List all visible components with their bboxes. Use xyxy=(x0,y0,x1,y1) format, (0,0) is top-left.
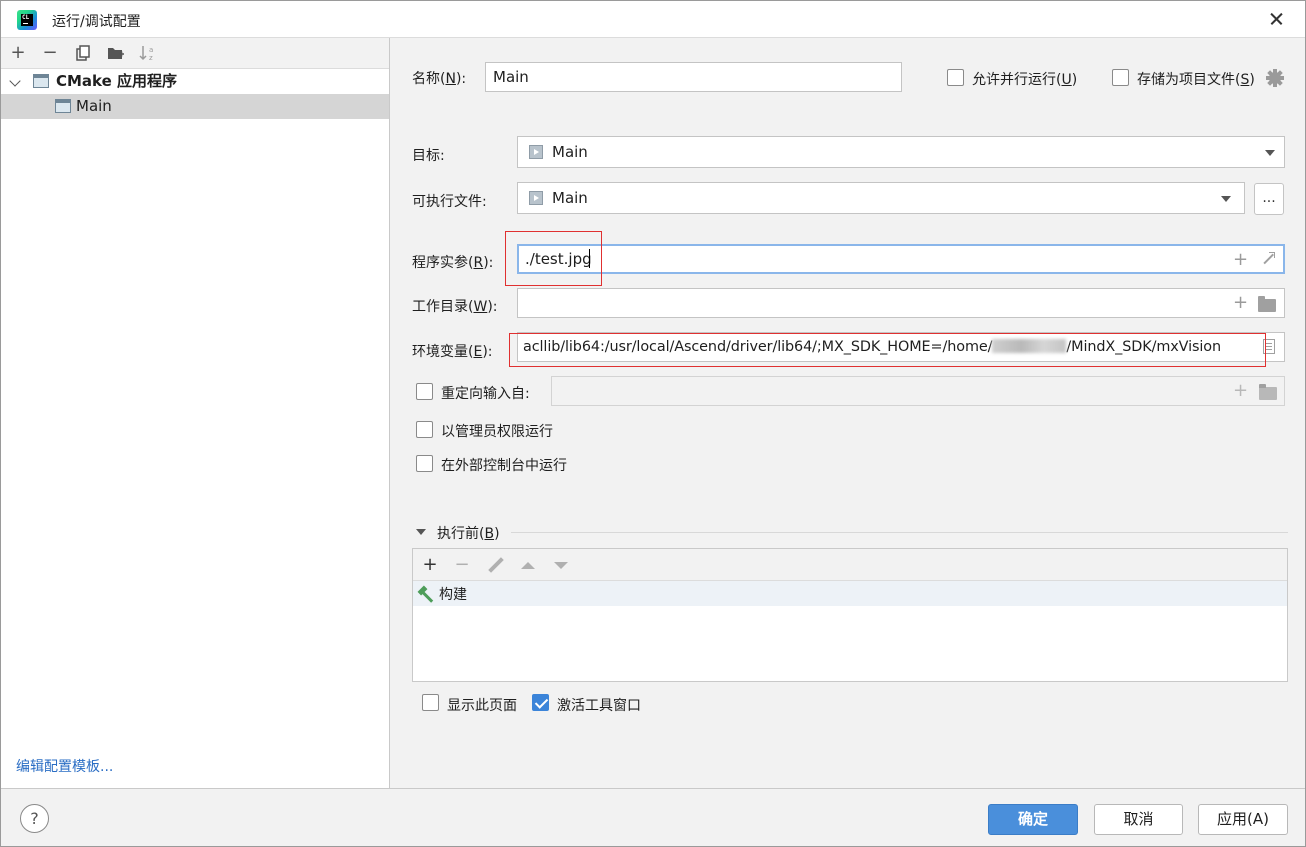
section-divider xyxy=(511,532,1288,533)
run-in-console-checkbox[interactable] xyxy=(416,455,433,472)
redirect-input-checkbox[interactable] xyxy=(416,383,433,400)
run-as-admin-checkbox[interactable] xyxy=(416,421,433,438)
executable-icon xyxy=(529,145,543,159)
config-tree-panel: + − az CMake 应用程序 Main 编辑配置模板... xyxy=(1,38,390,788)
close-icon[interactable] xyxy=(1265,7,1289,31)
working-dir-input[interactable]: + xyxy=(517,288,1285,318)
show-page-label: 显示此页面 xyxy=(447,698,517,714)
tree-group-label: CMake 应用程序 xyxy=(56,72,178,90)
show-page-checkbox[interactable] xyxy=(422,694,439,711)
target-select[interactable]: Main xyxy=(517,136,1285,168)
list-item[interactable]: 构建 xyxy=(413,581,1287,606)
help-button[interactable]: ? xyxy=(20,804,49,833)
activate-tool-window-label: 激活工具窗口 xyxy=(557,698,641,714)
clion-icon: CL xyxy=(17,10,37,30)
store-as-file-checkbox[interactable] xyxy=(1112,69,1129,86)
svg-text:a: a xyxy=(149,46,153,54)
env-vars-label: 环境变量(E): xyxy=(412,344,493,360)
folder-icon[interactable] xyxy=(1258,296,1276,312)
dialog-footer: ? 确定 取消 应用(A) xyxy=(1,788,1305,846)
arrow-down-icon xyxy=(554,562,568,569)
add-icon: + xyxy=(1233,380,1249,401)
name-label: 名称(N): xyxy=(412,71,467,87)
gear-icon[interactable] xyxy=(1266,69,1284,87)
copy-icon[interactable] xyxy=(72,42,94,64)
executable-label: 可执行文件: xyxy=(412,194,487,210)
run-as-admin-label: 以管理员权限运行 xyxy=(441,424,553,440)
edit-env-icon[interactable] xyxy=(1263,339,1275,354)
add-config-button[interactable]: + xyxy=(7,42,29,64)
chevron-down-icon[interactable] xyxy=(416,529,426,535)
program-args-label: 程序实参(R): xyxy=(412,255,494,271)
chevron-down-icon xyxy=(1265,150,1275,156)
chevron-down-icon xyxy=(1221,196,1231,202)
new-folder-icon[interactable] xyxy=(105,42,127,64)
app-icon-text: CL xyxy=(22,14,30,21)
expand-icon[interactable] xyxy=(1261,252,1275,266)
tree-item-label: Main xyxy=(76,97,112,115)
remove-config-button[interactable]: − xyxy=(39,42,61,64)
store-as-file-label: 存储为项目文件(S) xyxy=(1137,72,1255,88)
cancel-button[interactable]: 取消 xyxy=(1094,804,1183,835)
edit-templates-link[interactable]: 编辑配置模板... xyxy=(16,756,113,776)
task-toolbar: + − xyxy=(413,549,1287,581)
browse-executable-button[interactable]: ... xyxy=(1254,183,1284,215)
task-label: 构建 xyxy=(439,587,467,603)
tree-toolbar: + − az xyxy=(1,38,389,69)
title-bar: CL 运行/调试配置 xyxy=(1,1,1305,38)
executable-select[interactable]: Main xyxy=(517,182,1245,214)
config-icon xyxy=(55,99,71,113)
add-icon[interactable]: + xyxy=(1233,294,1248,312)
name-input[interactable]: Main xyxy=(485,62,902,92)
target-label: 目标: xyxy=(412,148,445,164)
activate-tool-window-checkbox[interactable] xyxy=(532,694,549,711)
program-args-input[interactable]: ./test.jpg + xyxy=(517,244,1285,274)
redacted-text xyxy=(992,339,1067,353)
run-in-console-label: 在外部控制台中运行 xyxy=(441,458,567,474)
apply-button[interactable]: 应用(A) xyxy=(1198,804,1288,835)
working-dir-label: 工作目录(W): xyxy=(412,299,498,315)
move-down-button[interactable] xyxy=(550,554,572,576)
allow-parallel-label: 允许并行运行(U) xyxy=(972,72,1078,88)
pencil-icon xyxy=(488,557,504,573)
executable-icon xyxy=(529,191,543,205)
text-caret xyxy=(588,249,591,268)
ok-button[interactable]: 确定 xyxy=(988,804,1078,835)
tree-group-cmake[interactable]: CMake 应用程序 xyxy=(1,69,389,94)
redirect-input-label: 重定向输入自: xyxy=(441,386,530,402)
edit-task-button[interactable] xyxy=(485,554,507,576)
hammer-icon xyxy=(417,585,435,603)
tree-item-main[interactable]: Main xyxy=(1,94,389,119)
sort-icon[interactable]: az xyxy=(137,42,159,64)
folder-icon xyxy=(1259,384,1277,400)
remove-task-button[interactable]: − xyxy=(451,554,473,576)
before-launch-header[interactable]: 执行前(B) xyxy=(437,523,500,543)
window-title: 运行/调试配置 xyxy=(52,14,141,30)
before-launch-task-list: + − 构建 xyxy=(412,548,1288,682)
chevron-down-icon[interactable] xyxy=(9,75,21,87)
redirect-input-field: + xyxy=(551,376,1285,406)
run-debug-config-dialog: CL 运行/调试配置 + − az CMake 应用程序 Main 编辑配置模板… xyxy=(0,0,1306,847)
cmake-app-icon xyxy=(33,74,49,88)
allow-parallel-checkbox[interactable] xyxy=(947,69,964,86)
add-task-button[interactable]: + xyxy=(419,554,441,576)
svg-text:z: z xyxy=(149,54,153,62)
add-icon[interactable]: + xyxy=(1233,251,1248,269)
move-up-button[interactable] xyxy=(517,554,539,576)
config-form: 名称(N): Main 允许并行运行(U) 存储为项目文件(S) 目标: Mai… xyxy=(391,38,1305,788)
arrow-up-icon xyxy=(521,562,535,569)
env-vars-input[interactable]: acllib/lib64:/usr/local/Ascend/driver/li… xyxy=(517,332,1285,362)
